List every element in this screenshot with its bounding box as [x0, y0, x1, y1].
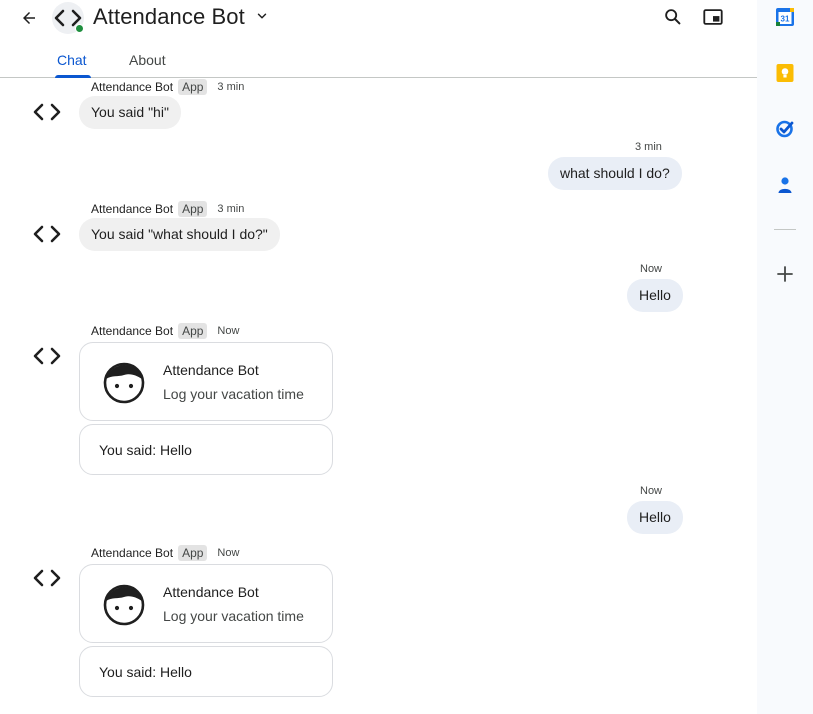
card-header: Attendance Bot Log your vacation time — [79, 564, 333, 643]
message-time: 3 min — [217, 203, 245, 215]
card-text: You said: Hello — [99, 664, 192, 680]
app-badge: App — [178, 323, 208, 339]
bot-code-icon[interactable] — [33, 224, 61, 244]
svg-text:31: 31 — [781, 15, 790, 24]
bot-code-icon[interactable] — [33, 346, 61, 366]
chevron-down-icon[interactable] — [255, 9, 269, 23]
sender-name[interactable]: Attendance Bot — [91, 80, 173, 94]
message-time: Now — [217, 325, 240, 337]
bot-code-icon[interactable] — [33, 568, 61, 588]
calendar-icon[interactable]: 31 — [775, 7, 795, 27]
picture-in-picture-icon[interactable] — [702, 6, 724, 28]
app-badge: App — [178, 79, 208, 95]
tasks-icon[interactable] — [775, 119, 795, 139]
sender-name[interactable]: Attendance Bot — [91, 324, 173, 338]
message-header: Attendance Bot App 3 min — [91, 79, 244, 95]
card-text: You said: Hello — [99, 442, 192, 458]
active-tab-indicator — [55, 75, 91, 78]
face-icon — [103, 584, 145, 626]
sender-name[interactable]: Attendance Bot — [91, 546, 173, 560]
chat-app: Attendance Bot Chat About Attendance Bot… — [0, 0, 813, 714]
message-header: Attendance Bot App Now — [91, 545, 239, 561]
add-icon[interactable] — [775, 264, 795, 284]
chat-title[interactable]: Attendance Bot — [93, 4, 245, 30]
message-time: Now — [640, 485, 663, 497]
card-subtitle: Log your vacation time — [163, 386, 304, 402]
app-badge: App — [178, 201, 208, 217]
tab-about[interactable]: About — [129, 52, 166, 68]
contacts-icon[interactable] — [775, 175, 795, 195]
sender-name[interactable]: Attendance Bot — [91, 202, 173, 216]
side-panel-rail: 31 — [757, 0, 813, 714]
message-time: Now — [640, 263, 663, 275]
face-icon — [103, 362, 145, 404]
card-text-section: You said: Hello — [79, 646, 333, 697]
card-subtitle: Log your vacation time — [163, 608, 304, 624]
rail-divider — [774, 229, 796, 230]
card-title: Attendance Bot — [163, 584, 259, 600]
message-time: 3 min — [217, 81, 245, 93]
message-bubble: Hello — [627, 279, 683, 312]
message-bubble: what should I do? — [548, 157, 682, 190]
chat-pane: Attendance Bot Chat About Attendance Bot… — [0, 0, 757, 714]
message-bubble: You said "hi" — [79, 96, 181, 129]
message-header: Attendance Bot App 3 min — [91, 201, 244, 217]
message-time: 3 min — [635, 141, 662, 153]
search-icon[interactable] — [662, 6, 684, 28]
back-arrow-icon[interactable] — [17, 6, 41, 30]
online-status-dot — [75, 24, 84, 33]
card-text-section: You said: Hello — [79, 424, 333, 475]
tab-bar: Chat About — [0, 44, 757, 78]
message-time: Now — [217, 547, 240, 559]
message-header: Attendance Bot App Now — [91, 323, 239, 339]
bot-code-icon[interactable] — [33, 102, 61, 122]
card-header: Attendance Bot Log your vacation time — [79, 342, 333, 421]
message-bubble: Hello — [627, 501, 683, 534]
message-bubble: You said "what should I do?" — [79, 218, 280, 251]
chat-header: Attendance Bot — [0, 0, 757, 36]
keep-icon[interactable] — [775, 63, 795, 83]
app-badge: App — [178, 545, 208, 561]
card-title: Attendance Bot — [163, 362, 259, 378]
tab-chat[interactable]: Chat — [57, 52, 87, 68]
